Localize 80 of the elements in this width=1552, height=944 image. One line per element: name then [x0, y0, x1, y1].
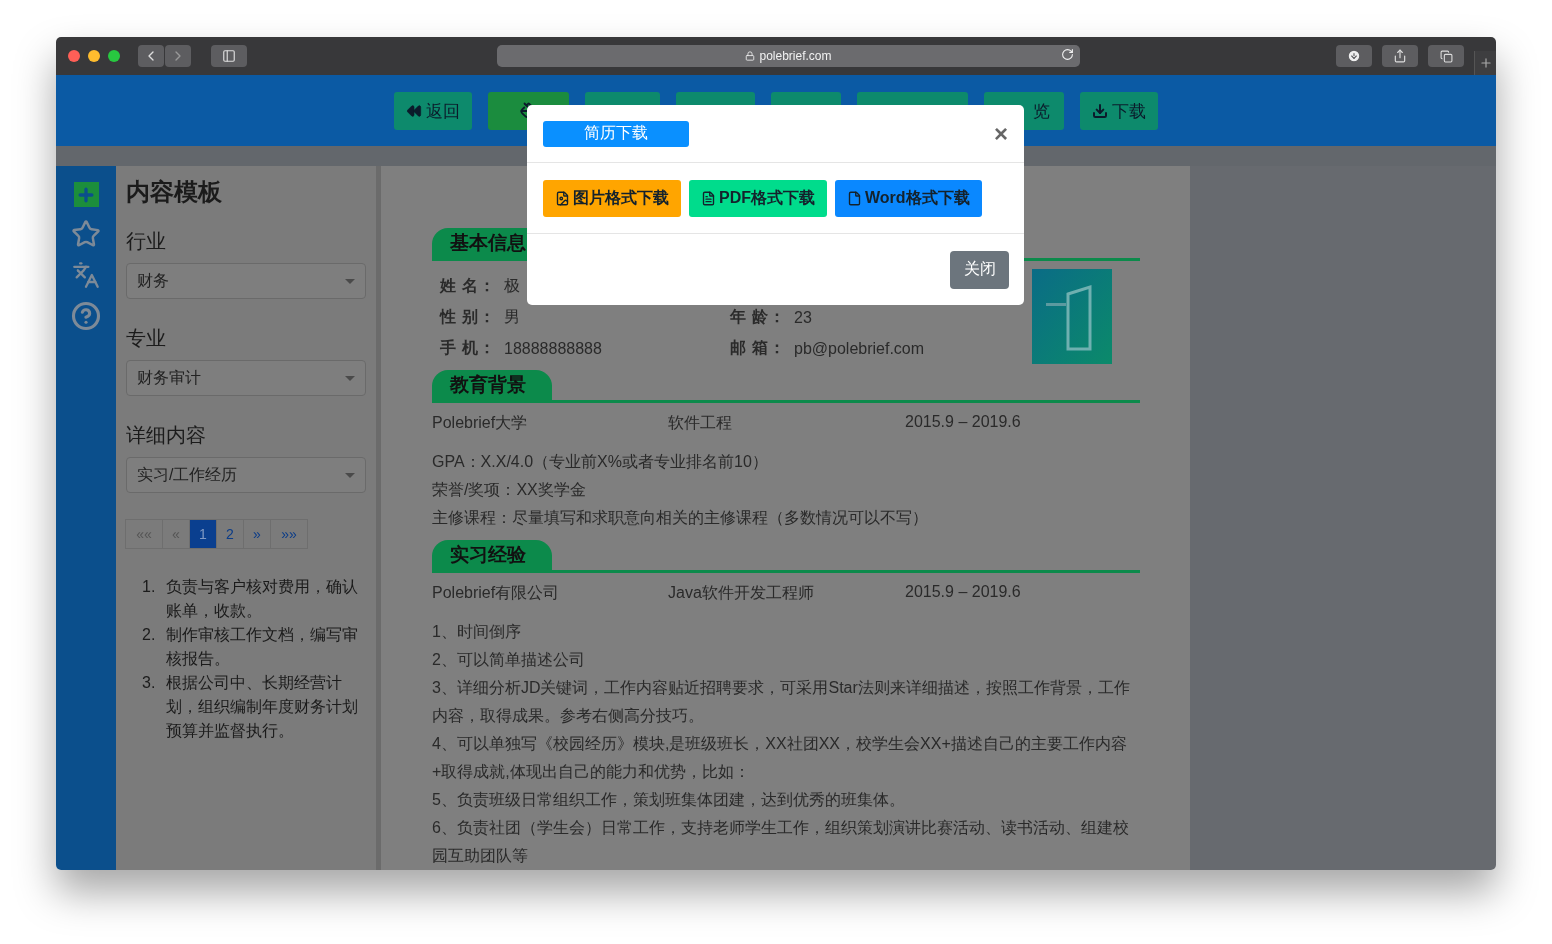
description-text: 3、详细分析JD关键词，工作内容贴近招聘要求，可采用Star法则来详细描述，按照工作背景，工作内容，取得成果。参考右侧高分技巧。	[432, 678, 1131, 726]
description-text: 荣誉/奖项：XX奖学金	[432, 480, 587, 500]
file-icon	[847, 190, 862, 206]
select-field[interactable]: 财务	[126, 263, 366, 299]
minimize-window-button[interactable]	[88, 50, 100, 62]
page-link[interactable]: »»	[270, 519, 308, 549]
field-value: 18888888888	[504, 339, 602, 358]
sidebar-icon	[222, 49, 236, 63]
downloads-button[interactable]	[1336, 45, 1372, 67]
field-value: 23	[794, 308, 812, 327]
forward-button[interactable]	[165, 45, 191, 67]
share-button[interactable]	[1382, 45, 1418, 67]
image-file-icon	[555, 190, 570, 206]
toolbar-button[interactable]: 下载	[1080, 92, 1158, 130]
caret-icon	[345, 278, 355, 284]
field-value: pb@polebrief.com	[794, 339, 925, 358]
list-number: 2.	[142, 625, 157, 645]
plus-icon	[1478, 56, 1493, 70]
page-link[interactable]: »	[243, 519, 271, 549]
filter-label: 详细内容	[126, 423, 207, 448]
field-label: 邮 箱：	[730, 338, 788, 358]
description-text: 2、可以简单描述公司	[432, 650, 586, 670]
filter-label: 行业	[126, 229, 167, 254]
entry-text: 2015.9 – 2019.6	[905, 583, 1022, 602]
star-icon[interactable]	[71, 219, 101, 249]
translate-icon[interactable]	[72, 261, 100, 289]
lock-icon	[745, 51, 756, 61]
caret-icon	[345, 375, 355, 381]
rewind-icon	[406, 103, 422, 119]
list-number: 1.	[142, 577, 157, 597]
download-format-button[interactable]: Word格式下载	[835, 179, 982, 217]
panel-title: 内容模板	[126, 177, 223, 207]
entry-text: 软件工程	[668, 413, 733, 433]
file-icon	[701, 190, 716, 206]
description-text: 主修课程：尽量填写和求职意向相关的主修课程（多数情况可以不写）	[432, 508, 929, 528]
select-field[interactable]: 财务审计	[126, 360, 366, 396]
description-text: 6、负责社团（学生会）日常工作，支持老师学生工作，组织策划演讲比赛活动、读书活动、组建校园互助团队等	[432, 818, 1130, 866]
reload-icon[interactable]	[1061, 48, 1074, 61]
tabs-icon	[1439, 49, 1453, 63]
field-label: 姓 名：	[440, 276, 498, 296]
field-label: 年 龄：	[730, 307, 788, 327]
page-link[interactable]: 2	[216, 519, 244, 549]
download-format-button[interactable]: 图片格式下载	[543, 179, 681, 217]
address-bar[interactable]: polebrief.com	[497, 45, 1080, 67]
filter-label: 专业	[126, 326, 167, 351]
list-item-text: 根据公司中、长期经营计划，组织编制年度财务计划预算并监督执行。	[166, 673, 359, 741]
section-heading: 实习经验	[432, 540, 552, 570]
entry-text: Java软件开发工程师	[668, 583, 815, 603]
entry-text: Polebrief大学	[432, 413, 529, 433]
back-button[interactable]	[138, 45, 164, 67]
download-format-button[interactable]: PDF格式下载	[689, 179, 827, 217]
description-text: GPA：X.X/4.0（专业前X%或者专业排名前10）	[432, 452, 769, 472]
page-link[interactable]: 1	[189, 519, 217, 549]
list-item-text: 制作审核工作文档，编写审核报告。	[166, 625, 359, 669]
field-label: 手 机：	[440, 338, 498, 358]
maximize-window-button[interactable]	[108, 50, 120, 62]
field-value: 男	[504, 307, 520, 327]
share-icon	[1393, 49, 1407, 63]
select-field[interactable]: 实习/工作经历	[126, 457, 366, 493]
description-text: 5、负责班级日常组织工作，策划班集体团建，达到优秀的班集体。	[432, 790, 906, 810]
dialog-title: 简历下载	[543, 120, 689, 147]
field-label: 性 别：	[440, 307, 498, 327]
tabs-button[interactable]	[1428, 45, 1464, 67]
download-icon	[1347, 49, 1361, 63]
entry-text: Polebrief有限公司	[432, 583, 561, 603]
entry-text: 2015.9 – 2019.6	[905, 413, 1022, 432]
description-text: 1、时间倒序	[432, 622, 522, 642]
new-tab-button[interactable]	[1474, 51, 1496, 75]
download-icon	[1092, 103, 1108, 119]
section-heading: 教育背景	[432, 370, 552, 400]
list-number: 3.	[142, 673, 157, 693]
help-icon[interactable]	[71, 301, 101, 331]
list-item-text: 负责与客户核对费用，确认账单，收款。	[166, 577, 359, 621]
sidebar-toggle-button[interactable]	[211, 45, 247, 67]
description-text: 4、可以单独写《校园经历》模块,是班级班长，XX社团XX，校学生会XX+描述自己的主要工作内容+取得成就,体现出自己的能力和优势，比如：	[432, 734, 1128, 782]
caret-icon	[345, 472, 355, 478]
close-dialog-button[interactable]: 关闭	[950, 250, 1009, 289]
toolbar-button[interactable]: 返回	[394, 92, 472, 130]
close-window-button[interactable]	[68, 50, 80, 62]
field-value: 极	[504, 276, 520, 296]
